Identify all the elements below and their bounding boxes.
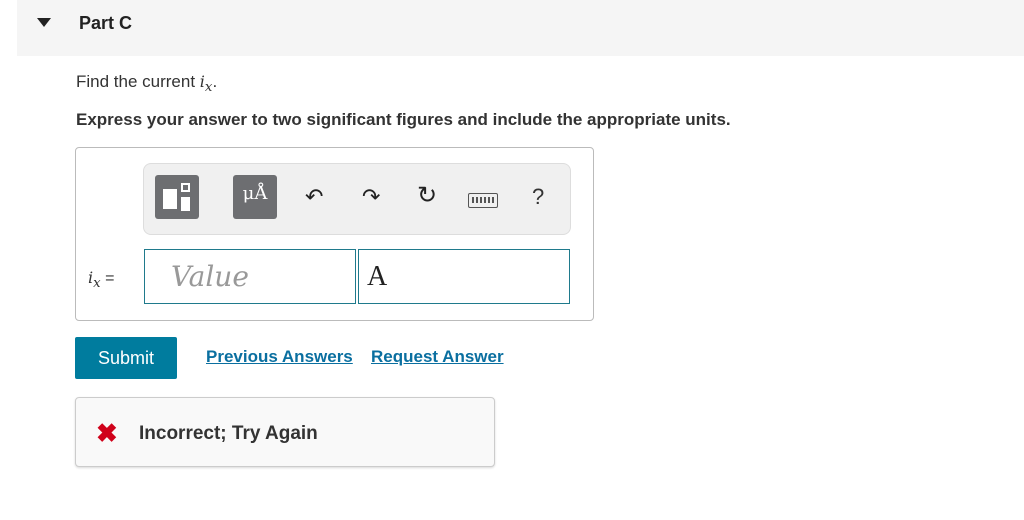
units-button[interactable]: μÅ: [233, 175, 277, 219]
template-box-icon: [181, 183, 190, 192]
unit-input[interactable]: [358, 249, 570, 304]
question-prefix: Find the current: [76, 72, 200, 91]
template-block-icon: [163, 189, 177, 209]
part-title: Part C: [79, 13, 133, 33]
question-text: Find the current ix.: [76, 72, 217, 95]
templates-button[interactable]: [155, 175, 199, 219]
collapse-caret-icon[interactable]: [37, 18, 51, 27]
undo-icon[interactable]: ↶: [305, 186, 323, 208]
keyboard-icon[interactable]: [468, 193, 498, 208]
previous-answers-link[interactable]: Previous Answers: [206, 347, 353, 367]
math-toolbar: [143, 163, 571, 235]
help-icon[interactable]: ?: [532, 184, 544, 210]
incorrect-x-icon: ✖: [96, 418, 118, 448]
value-input[interactable]: [144, 249, 356, 304]
redo-icon[interactable]: ↷: [362, 186, 380, 208]
request-answer-link[interactable]: Request Answer: [371, 347, 504, 367]
question-suffix: .: [212, 72, 218, 91]
units-label: μÅ: [242, 183, 268, 204]
part-header[interactable]: Part C: [17, 0, 1024, 56]
answer-variable-label: ix =: [88, 268, 115, 292]
template-fill-icon: [181, 197, 190, 211]
feedback-message: Incorrect; Try Again: [139, 423, 318, 444]
question-variable: ix: [199, 72, 213, 96]
reset-icon[interactable]: ↻: [417, 184, 437, 208]
submit-button[interactable]: Submit: [75, 337, 177, 379]
instruction-text: Express your answer to two significant f…: [76, 110, 731, 129]
